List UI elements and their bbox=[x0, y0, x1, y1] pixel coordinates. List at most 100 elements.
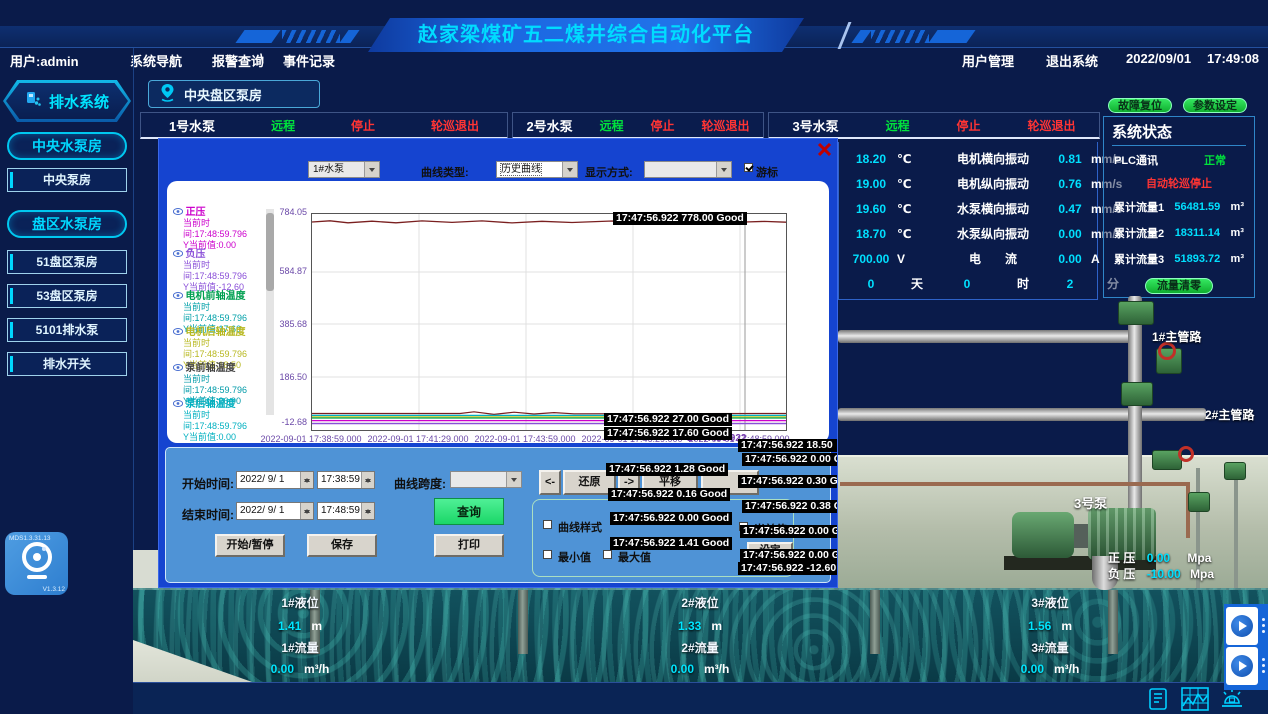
mds-logo[interactable]: MDS1.3.31.13 V1.3.12 bbox=[5, 532, 68, 595]
sidebar-item-53[interactable]: 53盘区泵房 bbox=[7, 284, 127, 308]
menu-logout[interactable]: 退出系统 bbox=[1046, 51, 1098, 70]
eye-icon bbox=[173, 291, 183, 301]
camera-button-1[interactable] bbox=[1226, 607, 1258, 645]
pump2-patrol-exit[interactable]: 轮巡退出 bbox=[701, 117, 749, 134]
neg-pressure-label: 负 压 bbox=[1108, 567, 1135, 581]
calendar-dropdown-icon[interactable] bbox=[300, 503, 313, 519]
cursor-tooltip: 17:47:56.922 778.00 Good bbox=[613, 212, 747, 225]
sidebar-item-drain-switch[interactable]: 排水开关 bbox=[7, 352, 127, 376]
header-date: 2022/09/01 bbox=[1126, 51, 1191, 66]
wall-edge bbox=[133, 550, 161, 590]
valve-side-1 bbox=[1188, 492, 1210, 512]
start-time-field[interactable]: 17:38:59 bbox=[317, 471, 375, 489]
pump3-label: 3号泵 bbox=[1074, 493, 1107, 512]
trend-chart-icon[interactable] bbox=[1180, 686, 1210, 712]
support-post bbox=[870, 590, 880, 654]
report-doc-icon[interactable] bbox=[1146, 687, 1170, 711]
level1-block: 1#液位 1.41m bbox=[235, 594, 365, 635]
scrollbar-thumb[interactable] bbox=[266, 213, 274, 291]
level3-block: 3#液位 1.56m bbox=[985, 594, 1115, 635]
query-button[interactable]: 查询 bbox=[434, 498, 504, 525]
time-spinner-icon[interactable] bbox=[361, 503, 374, 519]
pump3-name: 3号水泵 bbox=[792, 116, 838, 135]
menu-alarm-query[interactable]: 报警查询 bbox=[212, 51, 264, 70]
max-value-label: 最大值 bbox=[618, 549, 651, 565]
sidebar-system-label: 排水系统 bbox=[49, 91, 109, 112]
calendar-dropdown-icon[interactable] bbox=[300, 472, 313, 488]
legend-item[interactable]: 负压 当前时间:17:48:59.796 Y当前值:-12.60 bbox=[173, 249, 268, 293]
cursor-checkbox[interactable] bbox=[744, 163, 753, 172]
legend-scrollbar[interactable] bbox=[266, 209, 274, 415]
eye-icon bbox=[173, 399, 183, 409]
plot-area[interactable] bbox=[311, 213, 787, 431]
eye-icon bbox=[173, 363, 183, 373]
flow-clear-button[interactable]: 流量清零 bbox=[1145, 278, 1213, 294]
menu-system-nav[interactable]: 系统导航 bbox=[130, 51, 182, 70]
positive-pressure-row: 正 压 0.00 Mpa bbox=[1108, 549, 1211, 566]
eye-icon bbox=[173, 327, 183, 337]
cursor-tooltip: 17:47:56.922 0.00 G bbox=[740, 549, 838, 562]
camera-button-2[interactable] bbox=[1226, 647, 1258, 685]
end-date-field[interactable]: 2022/ 9/ 1 bbox=[236, 502, 314, 520]
sidebar-item-5101[interactable]: 5101排水泵 bbox=[7, 318, 127, 342]
menu-event-log[interactable]: 事件记录 bbox=[283, 51, 335, 70]
sidebar-system-button[interactable]: 排水系统 bbox=[3, 80, 131, 122]
start-date-field[interactable]: 2022/ 9/ 1 bbox=[236, 471, 314, 489]
header-time: 17:49:08 bbox=[1207, 51, 1259, 66]
curve-span-select[interactable] bbox=[450, 471, 522, 488]
chevron-down-icon[interactable] bbox=[506, 472, 521, 487]
handwheel-red-low bbox=[1178, 446, 1194, 462]
neg-pressure-value: -10.00 bbox=[1147, 567, 1181, 581]
pump3-patrol-exit[interactable]: 轮巡退出 bbox=[1027, 117, 1075, 134]
neg-pressure-unit: Mpa bbox=[1190, 567, 1214, 581]
curve-type-label: 曲线类型: bbox=[421, 164, 469, 180]
save-button[interactable]: 保存 bbox=[307, 534, 377, 557]
reading-row: 18.20℃电机横向振动0.81mm/s bbox=[845, 146, 1097, 171]
trend-lines bbox=[312, 214, 786, 430]
sidebar-group-panel-area[interactable]: 盘区水泵房 bbox=[7, 210, 127, 238]
param-set-button[interactable]: 参数设定 bbox=[1183, 98, 1247, 113]
curve-type-select[interactable]: 历史曲线 bbox=[496, 161, 578, 178]
time-spinner-icon[interactable] bbox=[361, 472, 374, 488]
cursor-tooltip: 17:47:56.922 0.30 G bbox=[738, 475, 838, 488]
level2-block: 2#液位 1.33m bbox=[635, 594, 765, 635]
pump1-patrol-exit[interactable]: 轮巡退出 bbox=[431, 117, 479, 134]
header-decor-left bbox=[240, 30, 355, 43]
fault-reset-button[interactable]: 故障复位 bbox=[1108, 98, 1172, 113]
chevron-down-icon[interactable] bbox=[562, 162, 577, 177]
close-icon[interactable] bbox=[817, 143, 832, 156]
legend-item[interactable]: 泵后轴温度 当前时间:17:48:59.796 Y当前值:0.00 bbox=[173, 399, 268, 443]
min-value-checkbox[interactable] bbox=[543, 550, 552, 559]
max-value-checkbox[interactable] bbox=[603, 550, 612, 559]
system-status-panel: 系统状态 PLC通讯正常 自动轮巡停止 累计流量156481.59m³ 累计流量… bbox=[1103, 116, 1255, 298]
display-mode-select[interactable] bbox=[644, 161, 732, 178]
pump-select[interactable]: 1#水泵 bbox=[308, 161, 380, 178]
sidebar-item-central-pumproom[interactable]: 中央泵房 bbox=[7, 168, 127, 192]
total-flow1-value: 56481.59 bbox=[1174, 201, 1220, 213]
pump3-remote: 远程 bbox=[886, 117, 910, 134]
pump2-stop: 停止 bbox=[651, 117, 675, 134]
chevron-down-icon[interactable] bbox=[716, 162, 731, 177]
camera-icon bbox=[1231, 615, 1253, 637]
pan-left-button[interactable]: <- bbox=[539, 470, 561, 495]
print-button[interactable]: 打印 bbox=[434, 534, 504, 557]
curve-span-label: 曲线跨度: bbox=[394, 475, 446, 492]
curve-style-checkbox[interactable] bbox=[543, 520, 552, 529]
y-tick: 385.68 bbox=[267, 319, 307, 329]
total-flow1-unit: m³ bbox=[1231, 201, 1244, 213]
breadcrumb[interactable]: 中央盘区泵房 bbox=[148, 80, 320, 108]
sidebar-group-central[interactable]: 中央水泵房 bbox=[7, 132, 127, 160]
legend-item[interactable]: 正压 当前时间:17:48:59.796 Y当前值:0.00 bbox=[173, 207, 268, 251]
valve-top bbox=[1118, 301, 1154, 325]
x-tick: 2022-09-01 17:38:59.000 bbox=[255, 434, 367, 444]
total-flow1-label: 累计流量1 bbox=[1114, 199, 1164, 215]
valve-mid bbox=[1121, 382, 1153, 406]
chevron-down-icon[interactable] bbox=[364, 162, 379, 177]
user-label: 用户:admin bbox=[10, 51, 79, 70]
menu-user-mgmt[interactable]: 用户管理 bbox=[962, 51, 1014, 70]
history-curve-dialog: 1#水泵 曲线类型: 历史曲线 显示方式: 游标 正压 当前时间:17:48:5… bbox=[158, 138, 838, 588]
sidebar-item-51[interactable]: 51盘区泵房 bbox=[7, 250, 127, 274]
end-time-field[interactable]: 17:48:59 bbox=[317, 502, 375, 520]
cursor-tooltip: 17:47:56.922 0.00 G bbox=[742, 453, 838, 466]
start-pause-button[interactable]: 开始/暂停 bbox=[215, 534, 285, 557]
